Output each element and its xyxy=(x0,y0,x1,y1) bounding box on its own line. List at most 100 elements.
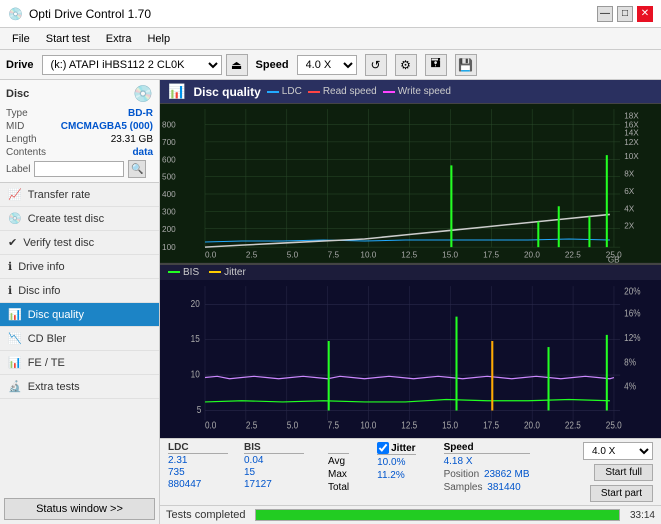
svg-text:700: 700 xyxy=(162,138,176,147)
burn-button[interactable]: 🖬 xyxy=(425,54,447,76)
chart-header-icon: 📊 xyxy=(168,83,185,100)
total-row-label: Total xyxy=(328,482,349,493)
svg-text:5.0: 5.0 xyxy=(287,420,298,431)
maximize-button[interactable]: □ xyxy=(617,6,633,22)
disc-contents-value: data xyxy=(132,147,153,158)
sidebar-item-disc-info[interactable]: ℹ Disc info xyxy=(0,279,159,303)
bis-label: BIS xyxy=(183,267,199,278)
write-speed-color xyxy=(383,91,395,93)
sidebar-item-transfer-rate[interactable]: 📈 Transfer rate xyxy=(0,183,159,207)
disc-label-row: Label 🔍 xyxy=(6,160,153,178)
disc-type-row: Type BD-R xyxy=(6,108,153,119)
bis-total: 17127 xyxy=(244,479,304,490)
disc-mid-value: CMCMAGBA5 (000) xyxy=(61,121,153,132)
menu-file[interactable]: File xyxy=(4,31,38,47)
svg-text:22.5: 22.5 xyxy=(565,420,581,431)
speed-col-header: Speed xyxy=(444,442,530,454)
jitter-checkbox[interactable] xyxy=(377,442,389,454)
jitter-label: Jitter xyxy=(224,267,246,278)
disc-quality-label: Disc quality xyxy=(28,309,84,321)
chart-title: Disc quality xyxy=(193,85,260,99)
start-full-button[interactable]: Start full xyxy=(594,464,653,481)
sidebar-item-fe-te[interactable]: 📊 FE / TE xyxy=(0,351,159,375)
position-row: Position 23862 MB xyxy=(444,469,530,480)
sidebar-item-create-test-disc[interactable]: 💿 Create test disc xyxy=(0,207,159,231)
status-window-button[interactable]: Status window >> xyxy=(4,498,155,520)
row-headers-blank xyxy=(328,442,349,454)
lower-chart-svg: 20 15 10 5 20% 16% 12% 8% 4% 0.0 2.5 5.0… xyxy=(160,280,661,439)
fe-te-icon: 📊 xyxy=(8,356,22,369)
legend-bis: BIS xyxy=(168,267,199,278)
sidebar-item-cd-bler[interactable]: 📉 CD Bler xyxy=(0,327,159,351)
disc-title: Disc xyxy=(6,88,29,100)
save-button[interactable]: 💾 xyxy=(455,54,477,76)
menu-help[interactable]: Help xyxy=(139,31,178,47)
ldc-avg: 2.31 xyxy=(168,455,228,466)
transfer-rate-icon: 📈 xyxy=(8,188,22,201)
menu-start-test[interactable]: Start test xyxy=(38,31,98,47)
svg-text:20.0: 20.0 xyxy=(524,250,540,259)
transfer-rate-label: Transfer rate xyxy=(28,189,91,201)
read-speed-color xyxy=(308,91,320,93)
speed-label: Speed xyxy=(256,59,289,71)
legend-ldc: LDC xyxy=(267,86,302,97)
disc-length-row: Length 23.31 GB xyxy=(6,134,153,145)
svg-text:7.5: 7.5 xyxy=(328,250,340,259)
ldc-color xyxy=(267,91,279,93)
sidebar-item-extra-tests[interactable]: 🔬 Extra tests xyxy=(0,375,159,399)
write-speed-label: Write speed xyxy=(398,86,451,97)
refresh-button[interactable]: ↺ xyxy=(365,54,387,76)
avg-row-label: Avg xyxy=(328,456,349,467)
app-icon: 💿 xyxy=(8,7,23,21)
disc-icon: 💿 xyxy=(133,84,153,104)
disc-mid-row: MID CMCMAGBA5 (000) xyxy=(6,121,153,132)
disc-quality-icon: 📊 xyxy=(8,308,22,321)
progress-bar-container xyxy=(255,509,619,521)
eject-button[interactable]: ⏏ xyxy=(226,54,248,76)
svg-text:20%: 20% xyxy=(624,285,640,296)
disc-contents-label: Contents xyxy=(6,147,46,158)
svg-text:20: 20 xyxy=(191,298,200,309)
stats-row: LDC 2.31 735 880447 BIS 0.04 15 17127 Av… xyxy=(160,438,661,505)
start-part-button[interactable]: Start part xyxy=(590,485,653,502)
svg-text:100: 100 xyxy=(162,243,176,252)
ldc-col-header: LDC xyxy=(168,442,228,454)
svg-text:20.0: 20.0 xyxy=(524,420,540,431)
disc-label-button[interactable]: 🔍 xyxy=(128,160,146,178)
svg-text:15: 15 xyxy=(191,333,200,344)
jitter-col: Jitter 10.0% 11.2% xyxy=(377,442,415,481)
max-row-label: Max xyxy=(328,469,349,480)
sidebar-item-verify-test-disc[interactable]: ✔ Verify test disc xyxy=(0,231,159,255)
samples-label: Samples xyxy=(444,482,483,493)
title-bar-left: 💿 Opti Drive Control 1.70 xyxy=(8,7,151,21)
extra-tests-label: Extra tests xyxy=(28,381,80,393)
speed-select-dropdown[interactable]: 4.0 X xyxy=(583,442,653,460)
settings-button[interactable]: ⚙ xyxy=(395,54,417,76)
speed-value-blue: 4.18 X xyxy=(444,456,473,467)
bis-color xyxy=(168,271,180,273)
close-button[interactable]: ✕ xyxy=(637,6,653,22)
bis-avg: 0.04 xyxy=(244,455,304,466)
menu-extra[interactable]: Extra xyxy=(98,31,140,47)
svg-text:10.0: 10.0 xyxy=(360,420,376,431)
svg-text:800: 800 xyxy=(162,121,176,130)
disc-panel: Disc 💿 Type BD-R MID CMCMAGBA5 (000) Len… xyxy=(0,80,159,183)
speed-dropdown[interactable]: 4.0 X xyxy=(297,55,357,75)
toolbar: Drive (k:) ATAPI iHBS112 2 CL0K ⏏ Speed … xyxy=(0,50,661,80)
verify-test-disc-icon: ✔ xyxy=(8,236,17,249)
svg-text:17.5: 17.5 xyxy=(483,250,499,259)
minimize-button[interactable]: — xyxy=(597,6,613,22)
svg-text:10X: 10X xyxy=(624,152,639,161)
sidebar-item-disc-quality[interactable]: 📊 Disc quality xyxy=(0,303,159,327)
legend-write-speed: Write speed xyxy=(383,86,451,97)
charts-area: 800 700 600 500 400 300 200 100 18X 16X … xyxy=(160,104,661,438)
drive-dropdown[interactable]: (k:) ATAPI iHBS112 2 CL0K xyxy=(42,55,222,75)
disc-label-input[interactable] xyxy=(34,161,124,177)
svg-text:25.0: 25.0 xyxy=(606,420,622,431)
row-labels-col: Avg Max Total xyxy=(328,442,349,493)
svg-text:200: 200 xyxy=(162,225,176,234)
drive-info-label: Drive info xyxy=(18,261,64,273)
svg-text:10: 10 xyxy=(191,368,200,379)
disc-header: Disc 💿 xyxy=(6,84,153,104)
sidebar-item-drive-info[interactable]: ℹ Drive info xyxy=(0,255,159,279)
